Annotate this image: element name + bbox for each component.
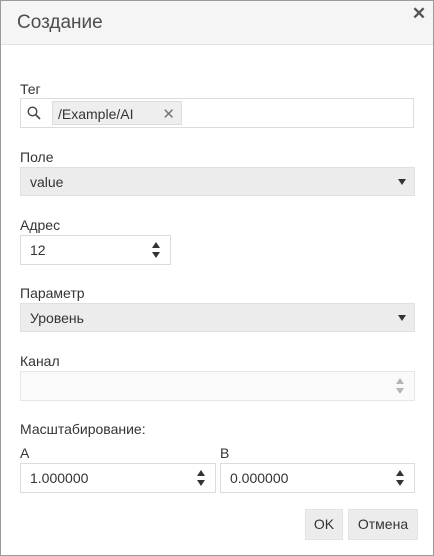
scaling-b-stepper[interactable] [220, 463, 415, 493]
tag-chip-text: /Example/AI [58, 106, 134, 122]
tag-chip: /Example/AI ✕ [52, 101, 182, 125]
tag-input[interactable]: /Example/AI ✕ [20, 98, 414, 128]
dialog-title: Создание [17, 12, 103, 33]
scaling-b-label: B [220, 445, 230, 461]
field-label: Поле [20, 149, 54, 165]
decrement-icon [396, 388, 404, 394]
chevron-down-icon [398, 315, 406, 321]
parameter-select[interactable]: Уровень [20, 303, 415, 332]
remove-icon[interactable]: ✕ [162, 105, 175, 123]
cancel-button[interactable]: Отмена [348, 509, 418, 540]
field-select-value: value [30, 174, 64, 190]
scaling-a-stepper[interactable] [20, 463, 216, 493]
channel-stepper-buttons [387, 372, 414, 400]
increment-icon[interactable] [396, 470, 404, 476]
dialog-titlebar[interactable]: Создание ✕ [1, 1, 433, 45]
field-select[interactable]: value [20, 167, 415, 196]
tag-label: Тег [20, 81, 41, 97]
decrement-icon[interactable] [197, 480, 205, 486]
scaling-a-stepper-buttons[interactable] [188, 464, 215, 492]
increment-icon [396, 378, 404, 384]
scaling-label: Масштабирование: [20, 421, 146, 437]
create-dialog: Создание ✕ Тег /Example/AI ✕ Поле value … [0, 0, 434, 556]
address-stepper-buttons[interactable] [143, 236, 170, 264]
scaling-b-stepper-buttons[interactable] [387, 464, 414, 492]
channel-input [21, 372, 414, 400]
parameter-label: Параметр [20, 285, 85, 301]
address-label: Адрес [20, 217, 61, 233]
decrement-icon[interactable] [152, 252, 160, 258]
channel-label: Канал [20, 353, 60, 369]
increment-icon[interactable] [197, 470, 205, 476]
scaling-a-input[interactable] [21, 464, 215, 492]
address-stepper[interactable] [20, 235, 171, 265]
close-icon[interactable]: ✕ [411, 5, 427, 23]
chevron-down-icon [398, 179, 406, 185]
increment-icon[interactable] [152, 242, 160, 248]
decrement-icon[interactable] [396, 480, 404, 486]
scaling-b-input[interactable] [221, 464, 414, 492]
search-icon[interactable] [21, 99, 49, 127]
channel-stepper [20, 371, 415, 401]
parameter-select-value: Уровень [30, 310, 84, 326]
ok-button[interactable]: OK [305, 509, 343, 540]
scaling-a-label: A [20, 445, 30, 461]
